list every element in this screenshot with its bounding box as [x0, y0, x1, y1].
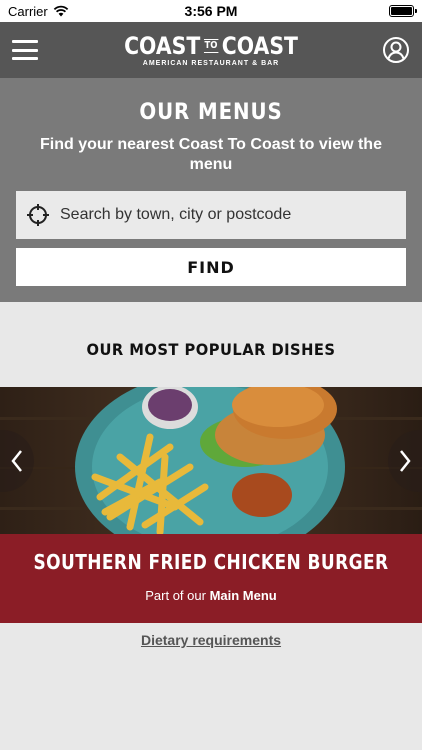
location-search-box[interactable]: [16, 191, 406, 239]
menus-subtitle: Find your nearest Coast To Coast to view…: [40, 136, 382, 173]
location-search-input[interactable]: [60, 206, 390, 224]
dietary-requirements-link[interactable]: Dietary requirements: [0, 632, 422, 648]
dish-menu-info: Part of our Main Menu: [145, 588, 277, 603]
carrier-label: Carrier: [8, 3, 48, 19]
battery-icon: [389, 5, 417, 17]
popular-dishes-title: OUR MOST POPULAR DISHES: [86, 340, 336, 359]
brand-logo[interactable]: COAST TO COAST AMERICAN RESTAURANT & BAR: [109, 33, 314, 67]
dish-name: SOUTHERN FRIED CHICKEN BURGER: [33, 550, 389, 574]
crosshair-icon[interactable]: [26, 203, 50, 227]
status-bar: Carrier 3:56 PM: [0, 0, 422, 22]
user-circle-icon[interactable]: [382, 36, 410, 64]
logo-wordmark: COAST TO COAST: [124, 32, 298, 60]
dish-banner[interactable]: SOUTHERN FRIED CHICKEN BURGER Part of ou…: [0, 534, 422, 623]
chevron-left-icon: [11, 450, 22, 472]
dish-menu-link[interactable]: Main Menu: [210, 588, 277, 603]
menus-search-section: OUR MENUS Find your nearest Coast To Coa…: [0, 78, 422, 302]
find-button[interactable]: FIND: [16, 248, 406, 286]
dish-photo: [0, 387, 422, 534]
app-header: COAST TO COAST AMERICAN RESTAURANT & BAR: [0, 22, 422, 78]
menus-title: OUR MENUS: [139, 100, 283, 125]
logo-tagline: AMERICAN RESTAURANT & BAR: [142, 60, 280, 67]
status-left: Carrier: [8, 4, 69, 19]
dish-image[interactable]: [0, 387, 422, 534]
hamburger-icon[interactable]: [12, 40, 38, 60]
chevron-right-icon: [400, 450, 411, 472]
wifi-icon: [53, 5, 68, 17]
